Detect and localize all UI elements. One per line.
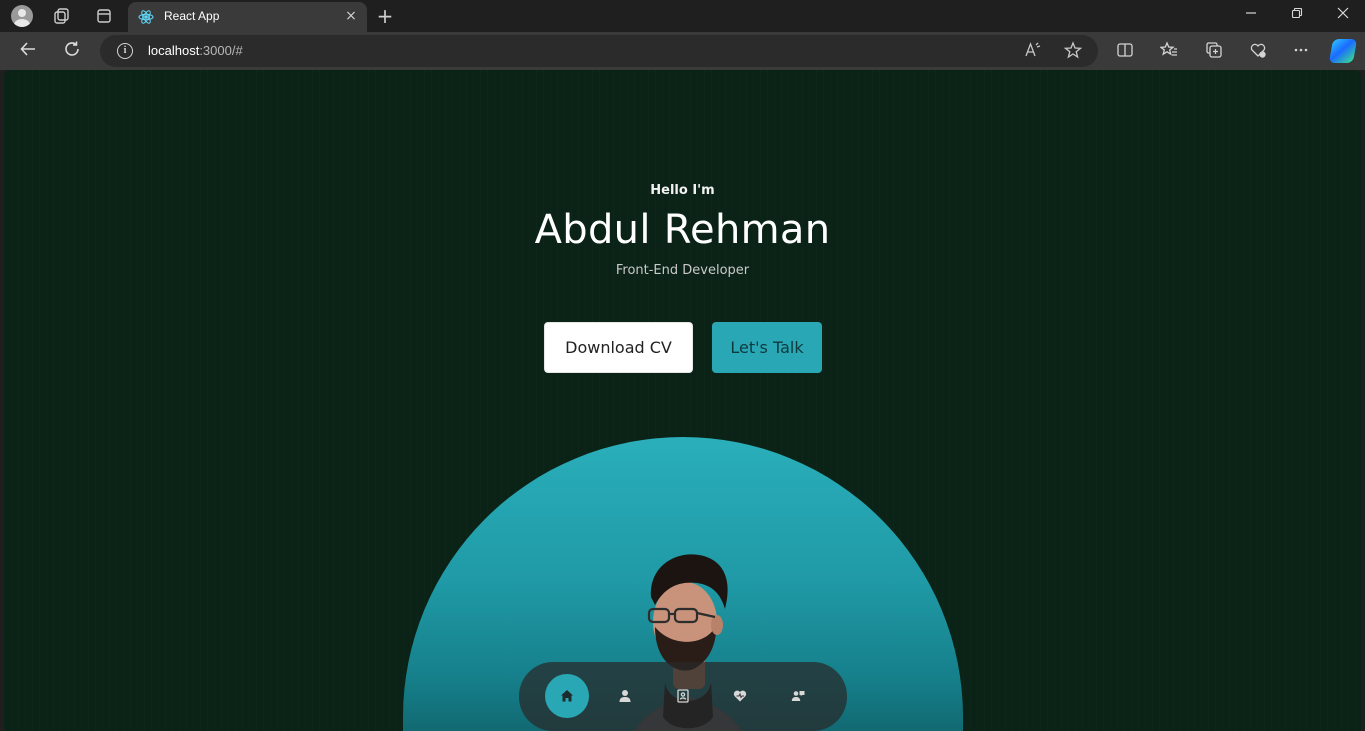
- browser-essentials-icon[interactable]: [1248, 41, 1268, 61]
- book-icon: [677, 689, 689, 703]
- refresh-icon[interactable]: [61, 40, 83, 62]
- favorite-star-icon[interactable]: [1063, 41, 1083, 61]
- split-screen-icon[interactable]: [1115, 41, 1135, 61]
- close-window-icon[interactable]: [1333, 5, 1353, 25]
- favorites-icon[interactable]: [1159, 41, 1179, 61]
- bottom-navigation: [519, 662, 847, 731]
- site-info-icon[interactable]: i: [117, 43, 133, 59]
- portfolio-page: Hello I'm Abdul Rehman Front-End Develop…: [4, 70, 1361, 731]
- new-tab-icon[interactable]: +: [374, 5, 396, 27]
- tab-title: React App: [164, 9, 220, 23]
- developer-name: Abdul Rehman: [534, 207, 831, 253]
- more-options-icon[interactable]: [1291, 41, 1311, 61]
- vertical-tabs-icon[interactable]: [93, 5, 115, 27]
- developer-role: Front-End Developer: [615, 263, 750, 278]
- url-text[interactable]: localhost:3000/#: [148, 43, 243, 58]
- browser-titlebar: React App × +: [0, 0, 1365, 32]
- tab-react-app[interactable]: React App ×: [128, 2, 367, 32]
- url-host: localhost: [148, 43, 200, 58]
- nav-contact-button[interactable]: [776, 674, 820, 718]
- address-bar[interactable]: i localhost:3000/#: [100, 35, 1098, 67]
- user-icon: [619, 690, 631, 702]
- services-icon: [733, 690, 747, 702]
- collections-toolbar-icon[interactable]: [1204, 41, 1224, 61]
- copilot-icon[interactable]: [1328, 39, 1358, 63]
- react-logo-icon: [138, 10, 154, 24]
- home-icon: [561, 690, 573, 702]
- nav-experience-button[interactable]: [661, 674, 705, 718]
- nav-services-button[interactable]: [718, 674, 762, 718]
- back-icon[interactable]: [17, 40, 39, 62]
- restore-icon[interactable]: [1287, 5, 1307, 25]
- read-aloud-icon[interactable]: [1022, 41, 1042, 61]
- greeting-text: Hello I'm: [650, 183, 715, 198]
- profile-avatar-icon[interactable]: [11, 5, 33, 27]
- lets-talk-button[interactable]: Let's Talk: [712, 322, 822, 373]
- browser-toolbar: i localhost:3000/#: [0, 32, 1365, 70]
- collections-icon[interactable]: [51, 5, 73, 27]
- download-cv-button[interactable]: Download CV: [544, 322, 693, 373]
- url-path: :3000/#: [199, 43, 243, 58]
- contact-icon: [791, 691, 805, 701]
- nav-home-button[interactable]: [545, 674, 589, 718]
- minimize-icon[interactable]: [1241, 5, 1261, 25]
- nav-about-button[interactable]: [603, 674, 647, 718]
- close-tab-icon[interactable]: ×: [343, 8, 359, 24]
